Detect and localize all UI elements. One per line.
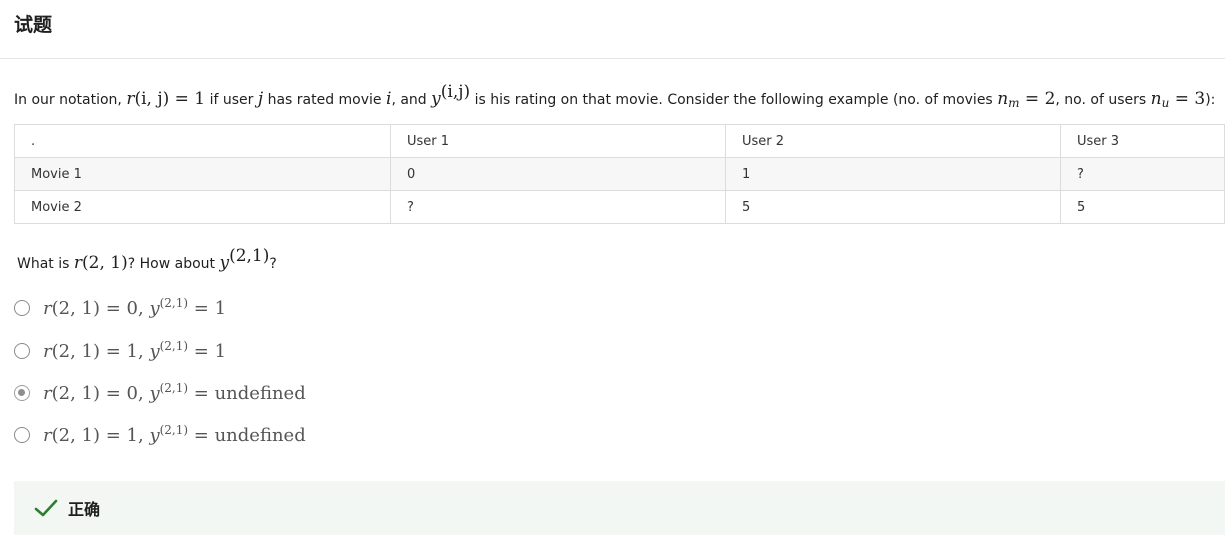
prompt-text: has rated movie [263,92,386,108]
math-y: y [149,383,160,404]
table-row: Movie 1 0 1 ? [14,157,1225,191]
table-header-cell: User 1 [390,124,726,158]
ratings-table: . User 1 User 2 User 3 Movie 1 0 1 ? Mov… [14,124,1225,224]
math-y: y [219,253,230,273]
answer-option-3[interactable]: r(2, 1) = 0, y(2,1) = undefined [14,381,374,409]
table-header-cell: . [14,124,391,158]
prompt-text: ): [1205,92,1216,108]
math-r: r [43,298,52,319]
question-text: What is [17,256,74,272]
math-r-expr: (2, 1) = 0, [51,383,150,404]
math-y: y [149,341,160,362]
prompt-text: if user [205,92,258,108]
math-nm: n [997,89,1009,109]
radio-button[interactable] [14,300,30,316]
page-title: 试题 [14,14,53,36]
math-y-sup: (2,1) [159,296,189,310]
table-cell: 5 [725,190,1061,224]
table-header-row: . User 1 User 2 User 3 [14,124,1225,158]
math-y-sup: (2,1) [229,246,270,266]
math-r-expr: (2, 1) = 1, [51,341,150,362]
table-header-cell: User 2 [725,124,1061,158]
feedback-status: 正确 [68,500,101,519]
option-label: r(2, 1) = 0, y(2,1) = undefined [43,381,306,404]
prompt-text: , and [391,92,432,108]
math-rhs: = 1 [188,298,227,319]
math-y: y [431,89,441,109]
math-y-sup: (2,1) [159,423,189,437]
math-r: r [73,253,83,273]
feedback-banner: 正确 [14,481,1225,535]
header: 试题 [0,0,1225,59]
sub-question: What is r(2, 1)? How about y(2,1)? [17,246,277,273]
math-r-args: (i, j) = 1 [134,89,206,109]
prompt-text: In our notation, [14,92,127,108]
radio-button-selected[interactable] [14,385,30,401]
math-y-sup: (2,1) [159,339,189,353]
math-nm-val: = 2 [1019,89,1056,109]
table-cell: 0 [390,157,726,191]
math-r: r [43,341,52,362]
math-rhs: = undefined [188,425,306,446]
math-r: r [43,425,52,446]
table-cell: 5 [1060,190,1225,224]
table-cell: Movie 2 [14,190,391,224]
math-r-expr: (2, 1) = 1, [51,425,150,446]
option-label: r(2, 1) = 1, y(2,1) = 1 [43,339,226,362]
radio-button[interactable] [14,343,30,359]
answer-option-4[interactable]: r(2, 1) = 1, y(2,1) = undefined [14,423,374,451]
table-cell: ? [390,190,726,224]
table-row: Movie 2 ? 5 5 [14,190,1225,224]
math-r: r [43,383,52,404]
math-r-expr: (2, 1) = 0, [51,298,150,319]
answer-option-2[interactable]: r(2, 1) = 1, y(2,1) = 1 [14,339,374,367]
answer-option-1[interactable]: r(2, 1) = 0, y(2,1) = 1 [14,296,374,324]
table-cell: ? [1060,157,1225,191]
math-y: y [149,425,160,446]
math-y: y [149,298,160,319]
table-cell: 1 [725,157,1061,191]
math-r-args: (2, 1) [82,253,128,273]
math-nu-val: = 3 [1169,89,1206,109]
math-nm-sub: m [1008,96,1020,110]
table-header-cell: User 3 [1060,124,1225,158]
math-y-sup: (2,1) [159,381,189,395]
table-cell: Movie 1 [14,157,391,191]
math-y-sup: (i,j) [440,82,471,102]
option-label: r(2, 1) = 0, y(2,1) = 1 [43,296,226,319]
option-label: r(2, 1) = 1, y(2,1) = undefined [43,423,306,446]
question-text: ? How about [127,256,220,272]
question-prompt: In our notation, r(i, j) = 1 if user j h… [14,82,1215,110]
math-rhs: = 1 [188,341,227,362]
prompt-text: , no. of users [1055,92,1151,108]
check-icon [34,499,58,517]
prompt-text: is his rating on that movie. Consider th… [470,92,998,108]
math-rhs: = undefined [188,383,306,404]
question-text: ? [269,256,277,272]
math-nu: n [1150,89,1162,109]
radio-button[interactable] [14,427,30,443]
